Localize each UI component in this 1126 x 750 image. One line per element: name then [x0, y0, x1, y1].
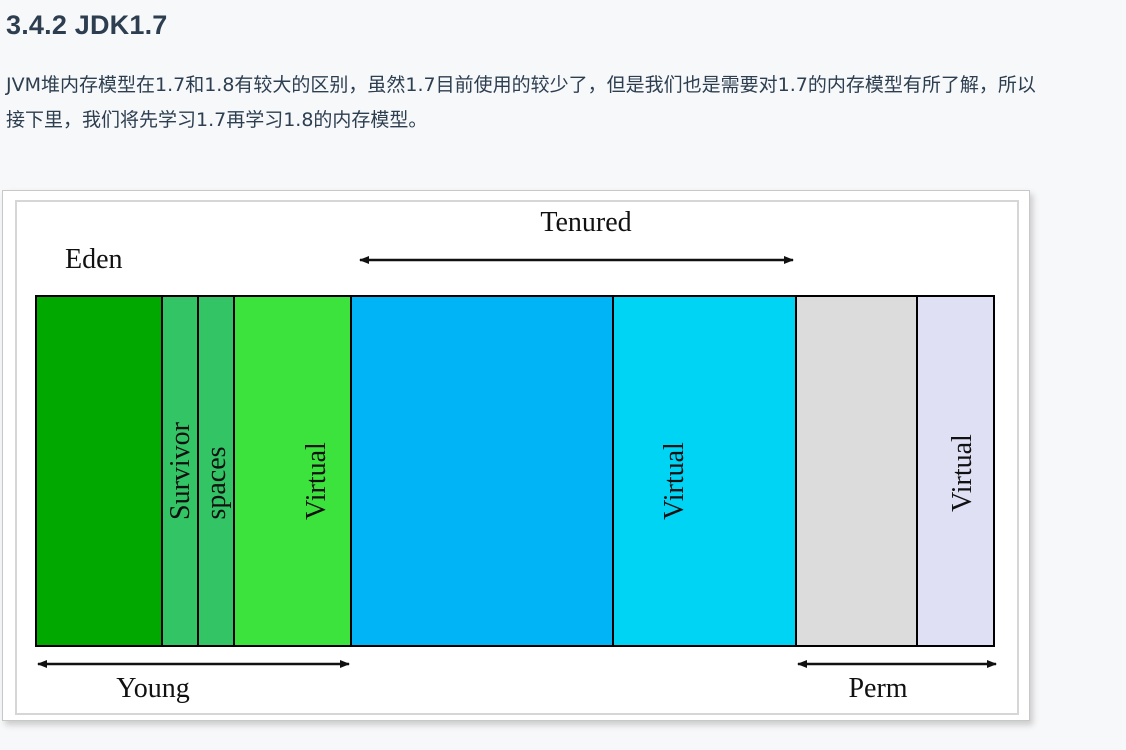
segment-survivor-1: Survivor [161, 295, 199, 647]
segment-survivor-2-label: spaces [201, 446, 232, 519]
segment-eden [35, 295, 163, 647]
segment-survivor-2: spaces [197, 295, 235, 647]
segment-perm-virtual-label: Virtual [947, 434, 978, 512]
segment-tenured-virtual-box [612, 295, 797, 647]
heap-diagram-figure: Survivor spaces Virtual Virtual Virtual … [2, 190, 1030, 721]
segment-young-virtual-box [233, 295, 352, 647]
segment-tenured [350, 295, 614, 647]
segment-tenured-virtual-label: Virtual [659, 442, 690, 520]
segment-perm-virtual: Virtual [916, 295, 995, 647]
section-heading: 3.4.2 JDK1.7 [6, 10, 168, 40]
eden-label: Eden [65, 244, 123, 275]
segment-survivor-1-label: Survivor [165, 421, 196, 520]
segment-perm [795, 295, 918, 647]
segment-tenured-virtual: Virtual [612, 295, 797, 647]
perm-label: Perm [848, 673, 907, 704]
tenured-label: Tenured [540, 207, 631, 238]
segment-perm-box [795, 295, 918, 647]
segment-eden-box [35, 295, 163, 647]
intro-paragraph: JVM堆内存模型在1.7和1.8有较大的区别，虽然1.7目前使用的较少了，但是我… [6, 74, 1036, 131]
segment-young-virtual-label: Virtual [301, 442, 332, 520]
segment-tenured-box [350, 295, 614, 647]
heap-diagram: Survivor spaces Virtual Virtual Virtual … [15, 200, 1019, 715]
segment-young-virtual: Virtual [233, 295, 352, 647]
young-label: Young [116, 673, 189, 704]
